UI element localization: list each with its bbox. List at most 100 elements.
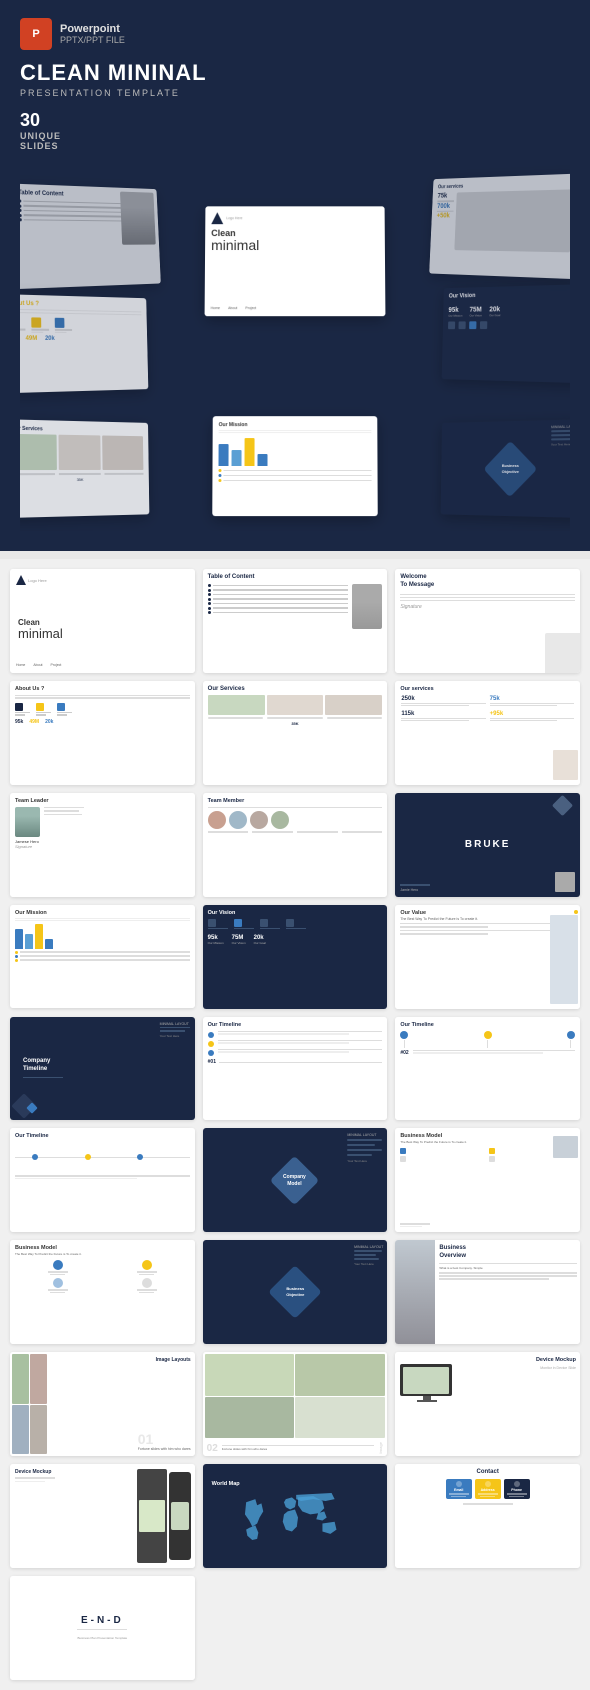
header-section: P Powerpoint PPTX/PPT FILE CLEAN MININAL… — [0, 0, 590, 551]
nav-about: About — [33, 663, 42, 667]
world-map-title: World Map — [208, 1481, 240, 1487]
welcome-signature: Signature — [400, 604, 575, 610]
services2-title: Our services — [400, 686, 575, 692]
bm2-circle-2 — [142, 1260, 152, 1270]
slide-card-21[interactable]: BusinessOverview What is a best Company.… — [395, 1240, 580, 1344]
toc-image — [352, 584, 382, 629]
contact-items: Email Address Phone — [400, 1479, 575, 1499]
services2-img — [553, 750, 578, 780]
mission-bar-4 — [45, 939, 53, 949]
img-grid-3 — [12, 1405, 29, 1454]
persp-slide-services-right: Our services 75k 700k +50k — [429, 174, 570, 280]
img-grid — [12, 1354, 47, 1454]
contact-item-email: Email — [446, 1479, 472, 1499]
slide-card-28[interactable]: E-N-D Business Plan Presentation Templat… — [10, 1576, 195, 1680]
services-images — [208, 695, 383, 715]
slide-card-23[interactable]: 02 Fortune slides with him who dares Ima… — [203, 1352, 388, 1456]
stat-3: 20k — [45, 719, 53, 725]
slide-card-8[interactable]: Team Member — [203, 793, 388, 897]
bm-icon-4 — [489, 1156, 495, 1162]
contact-item-address: Address — [475, 1479, 501, 1499]
cover-title-minimal: minimal — [18, 627, 187, 640]
cover-nav: Home About Project — [16, 663, 61, 667]
about-icon-1 — [15, 703, 23, 711]
slide-card-13[interactable]: CompanyTimeline MINIMAL LAYOUT Your Text… — [10, 1017, 195, 1121]
slide-card-14[interactable]: Our Timeline — [203, 1017, 388, 1121]
slide-card-7[interactable]: Team Leader Jamese Hero Signature — [10, 793, 195, 897]
about-icons-row — [15, 703, 190, 716]
vision-title: Our Vision — [208, 910, 383, 916]
persp-slide-toc: Table of Content — [20, 184, 161, 290]
slide-card-20[interactable]: BusinessObjective MINIMAL LAYOUT Your Te… — [203, 1240, 388, 1344]
team-photo-1 — [208, 811, 226, 829]
service-img-chair — [267, 695, 324, 715]
slide-card-5[interactable]: Our Services 35K — [203, 681, 388, 785]
image-layouts-title: Image Layouts — [156, 1357, 191, 1363]
contact-title: Contact — [400, 1469, 575, 1475]
file-type: PPTX/PPT FILE — [60, 35, 125, 45]
bov-title: BusinessOverview — [439, 1245, 577, 1261]
slide-card-17[interactable]: CompanyModel MINIMAL LAYOUT Your Text He… — [203, 1128, 388, 1232]
img-grid-4 — [30, 1405, 47, 1454]
slide-card-9[interactable]: BRUKE Jamie Hero — [395, 793, 580, 897]
team-photo-2 — [229, 811, 247, 829]
slide-card-11[interactable]: Our Vision — [203, 905, 388, 1009]
value-subtitle: The Best Way To Predict the Future is To… — [400, 917, 575, 921]
company-model-diamond: CompanyModel — [270, 1156, 319, 1205]
team-photo-3 — [250, 811, 268, 829]
bm2-circle-3 — [53, 1278, 63, 1288]
slide-card-24[interactable]: Device Mockup Monitor in Device Slide — [395, 1352, 580, 1456]
bruke-diamond — [552, 795, 573, 816]
slide-card-19[interactable]: Business Model The Best Way To Predict t… — [10, 1240, 195, 1344]
slide-card-15[interactable]: Our Timeline #02 — [395, 1017, 580, 1121]
logo-text: Logo Here — [28, 578, 47, 583]
bm2-circle-4 — [142, 1278, 152, 1288]
img2-2 — [295, 1354, 385, 1395]
slide-card-10[interactable]: Our Mission — [10, 905, 195, 1009]
slide-card-4[interactable]: About Us ? — [10, 681, 195, 785]
persp-slide-about: About Us ? — [20, 294, 148, 393]
monitor-screen — [403, 1367, 449, 1394]
perspective-preview: Table of Content Our services — [20, 151, 570, 531]
img2-4 — [295, 1397, 385, 1438]
about-title: About Us ? — [15, 686, 190, 692]
contact-address-icon — [485, 1481, 491, 1487]
bov-content: BusinessOverview What is a best Company.… — [439, 1245, 577, 1339]
img2-1 — [205, 1354, 295, 1395]
slide-card-2[interactable]: Table of Content — [203, 569, 388, 673]
image2-desc: Fortune slides with him who dares — [222, 1447, 375, 1451]
slide-card-22[interactable]: Image Layouts 01 Fortune slides with him… — [10, 1352, 195, 1456]
persp-slide-business-obj: BusinessObjective MINIMAL LAYOUT Your Te… — [441, 419, 570, 518]
bm-icon-1 — [400, 1148, 406, 1154]
slide-card-16[interactable]: Our Timeline — [10, 1128, 195, 1232]
main-grid-area: Logo Here Clean minimal Home About Proje… — [0, 559, 590, 1690]
slide-card-18[interactable]: Business Model The Best Way To Predict t… — [395, 1128, 580, 1232]
slide-card-3[interactable]: WelcomeTo Message Signature — [395, 569, 580, 673]
perspective-container: Table of Content Our services — [20, 156, 570, 526]
our-timeline-title-1: Our Timeline — [208, 1022, 383, 1028]
logo-triangle — [16, 575, 26, 585]
device-mockup-title: Device Mockup — [536, 1357, 576, 1363]
world-map-svg — [212, 1490, 378, 1551]
slide-card-26[interactable]: World Map — [203, 1464, 388, 1568]
img-grid-1 — [12, 1354, 29, 1403]
slide-card-25[interactable]: Device Mockup — [10, 1464, 195, 1568]
bov-img — [395, 1240, 435, 1344]
mission-bar-1 — [15, 929, 23, 949]
slide-card-1[interactable]: Logo Here Clean minimal Home About Proje… — [10, 569, 195, 673]
contact-email-icon — [456, 1481, 462, 1487]
phone-screen — [171, 1502, 189, 1530]
bm-icons — [400, 1148, 575, 1162]
bm-icon-2 — [489, 1148, 495, 1154]
slide-card-6[interactable]: Our services 250k 75k 115k — [395, 681, 580, 785]
slide-card-12[interactable]: Our Value The Best Way To Predict the Fu… — [395, 905, 580, 1009]
vision-stats: 95kOur Mission 75MOur Vision 20kOur Goal — [208, 935, 383, 945]
obj-lines-right: MINIMAL LAYOUT Your Text Here — [354, 1245, 383, 1266]
services-title: Our Services — [208, 686, 383, 692]
mission-bar-2 — [25, 934, 33, 949]
bm-img — [553, 1136, 578, 1158]
phone-shape — [169, 1472, 191, 1560]
slide-card-27[interactable]: Contact Email Address — [395, 1464, 580, 1568]
bm2-icons-grid — [15, 1260, 190, 1293]
svc-num-3: 115k — [401, 711, 485, 717]
